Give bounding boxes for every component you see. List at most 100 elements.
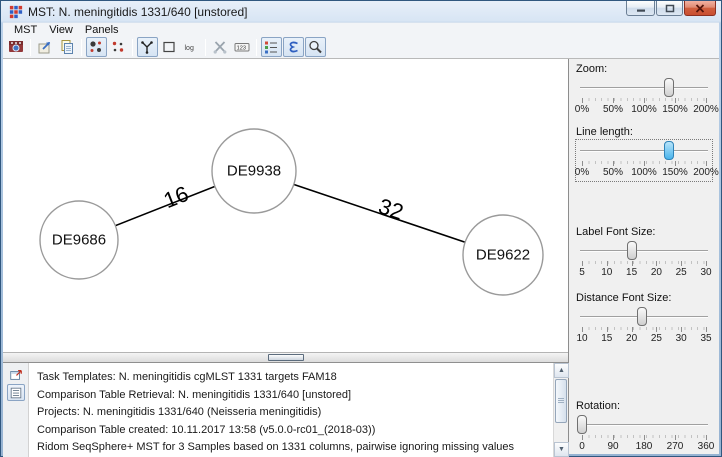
horizontal-splitter[interactable] [3, 352, 568, 363]
tick-label: 270 [666, 441, 684, 452]
mst-graph: 16 32 DE9938 DE9686 DE9622 [39, 128, 544, 296]
window-icon [9, 5, 23, 19]
slider-ticks-label-font-size [582, 261, 707, 266]
distance-numbers-icon[interactable]: 123 [232, 37, 253, 57]
window-title: MST: N. meningitidis 1331/640 [unstored] [28, 4, 248, 19]
slider-track-line-length[interactable] [580, 150, 708, 152]
mst-canvas[interactable]: 16 32 DE9938 DE9686 DE9622 [3, 59, 568, 352]
log-line: Task Templates: N. meningitidis cgMLST 1… [37, 371, 337, 383]
slider-label-zoom: Zoom: [576, 63, 608, 75]
slider-line-length[interactable]: 0% 50% 100% 150% 200% [575, 139, 719, 182]
magic-wand-icon[interactable] [210, 37, 231, 57]
slider-thumb-distance-font-size[interactable] [636, 307, 647, 326]
settings-panel: Zoom: 0% 50% 100% 150% 200% Line length: 0% 50% 1… [568, 59, 719, 454]
tick-label: 15 [626, 267, 638, 278]
log-line: Comparison Table Retrieval: N. meningiti… [37, 388, 352, 401]
show-log-list-button[interactable] [6, 384, 25, 401]
tick-label: 360 [697, 441, 715, 452]
edge-distance-label: 16 [160, 181, 192, 213]
slider-label-line-length: Line length: [576, 126, 633, 138]
slider-ticks-line-length [582, 161, 707, 166]
slider-track-label-font-size[interactable] [580, 250, 708, 252]
slider-tick-labels-distance-font-size: 10 15 20 25 30 35 [576, 333, 711, 345]
tick-label: 150% [662, 167, 688, 178]
log-lines: Task Templates: N. meningitidis cgMLST 1… [29, 363, 553, 457]
slider-tick-labels-zoom: 0% 50% 100% 150% 200% [575, 104, 719, 116]
tick-label: 30 [700, 267, 712, 278]
copy-icon[interactable] [57, 37, 78, 57]
slider-label-label-font-size: Label Font Size: [576, 226, 656, 238]
toolbar-divider [30, 38, 31, 56]
slider-tick-labels-line-length: 0% 50% 100% 150% 200% [575, 167, 719, 179]
log-scrollbar[interactable]: ▲ ▼ [553, 363, 569, 457]
splitter-grip-handle[interactable] [267, 354, 304, 361]
slider-group-zoom: Zoom: 0% 50% 100% 150% 200% [575, 63, 719, 119]
tick-label: 200% [693, 167, 719, 178]
menu-view[interactable]: View [43, 24, 79, 36]
log-scale-icon[interactable]: log [181, 37, 202, 57]
slider-thumb-zoom[interactable] [663, 78, 674, 97]
mst-branch-icon[interactable] [136, 37, 158, 57]
tick-label: 25 [650, 333, 662, 344]
slider-label-rotation: Rotation: [576, 400, 621, 412]
slider-label-distance-font-size: Distance Font Size: [576, 292, 672, 304]
log-line: Comparison Table created: 10.11.2017 13:… [37, 423, 376, 436]
tick-label: 100% [631, 167, 657, 178]
slider-ticks-distance-font-size [582, 327, 707, 332]
slider-track-zoom[interactable] [580, 87, 708, 89]
toolbar-divider [81, 38, 82, 56]
scrollbar-thumb[interactable] [555, 379, 567, 423]
slider-thumb-line-length[interactable] [663, 141, 674, 160]
tick-label: 0% [574, 104, 590, 115]
detach-panel-button[interactable] [7, 366, 25, 383]
maximize-button[interactable] [656, 1, 683, 16]
toolbar: log 123 [3, 36, 719, 59]
export-image-icon[interactable] [35, 37, 56, 57]
slider-group-distance-font-size: Distance Font Size: 10 15 20 25 30 35 [575, 292, 713, 348]
scroll-up-button[interactable]: ▲ [554, 363, 569, 378]
tick-label: 100% [631, 104, 657, 115]
menu-panels[interactable]: Panels [79, 24, 125, 36]
tick-label: 0% [574, 167, 590, 178]
log-line: Projects: N. meningitidis 1331/640 (Neis… [37, 406, 322, 418]
magnifier-icon[interactable] [304, 37, 326, 57]
tick-label: 15 [601, 333, 613, 344]
selection-rectangle-icon[interactable] [159, 37, 180, 57]
slider-distance-font-size[interactable]: 10 15 20 25 30 35 [575, 305, 713, 348]
slider-ticks-zoom [582, 98, 707, 103]
distance-curve-icon[interactable] [282, 37, 304, 57]
node-dots-large-icon[interactable] [85, 37, 107, 57]
edge-distance-label: 32 [375, 193, 406, 225]
slider-label-font-size[interactable]: 5 10 15 20 25 30 [575, 239, 713, 282]
camera-icon[interactable] [6, 37, 27, 57]
tick-label: 10 [576, 333, 588, 344]
slider-ticks-rotation [582, 435, 707, 440]
node-dots-small-icon[interactable] [108, 37, 129, 57]
app-window: MST: N. meningitidis 1331/640 [unstored]… [0, 0, 722, 457]
slider-tick-labels-label-font-size: 5 10 15 20 25 30 [579, 267, 711, 279]
tick-label: 25 [675, 267, 687, 278]
minimize-button[interactable] [626, 1, 655, 16]
tick-label: 20 [650, 267, 662, 278]
slider-thumb-label-font-size[interactable] [626, 241, 637, 260]
svg-text:123: 123 [237, 46, 246, 52]
slider-tick-labels-rotation: 0 90 180 270 360 [579, 441, 714, 453]
toolbar-divider [132, 38, 133, 56]
close-button[interactable] [684, 1, 716, 16]
menu-mst[interactable]: MST [8, 24, 43, 36]
legend-icon[interactable] [260, 37, 282, 57]
tick-label: 90 [607, 441, 619, 452]
node-label: DE9938 [227, 163, 281, 180]
tick-label: 50% [602, 167, 624, 178]
node-label: DE9686 [52, 232, 106, 249]
slider-zoom[interactable]: 0% 50% 100% 150% 200% [575, 76, 719, 119]
scroll-down-button[interactable]: ▼ [554, 441, 569, 457]
tick-label: 20 [626, 333, 638, 344]
title-bar[interactable]: MST: N. meningitidis 1331/640 [unstored] [3, 1, 719, 22]
log-line: Ridom SeqSphere+ MST for 3 Samples based… [37, 441, 515, 453]
tick-label: 200% [693, 104, 719, 115]
tick-label: 150% [662, 104, 688, 115]
slider-track-rotation[interactable] [580, 424, 708, 426]
slider-thumb-rotation[interactable] [577, 415, 587, 434]
slider-rotation[interactable]: 0 90 180 270 360 [575, 413, 714, 454]
